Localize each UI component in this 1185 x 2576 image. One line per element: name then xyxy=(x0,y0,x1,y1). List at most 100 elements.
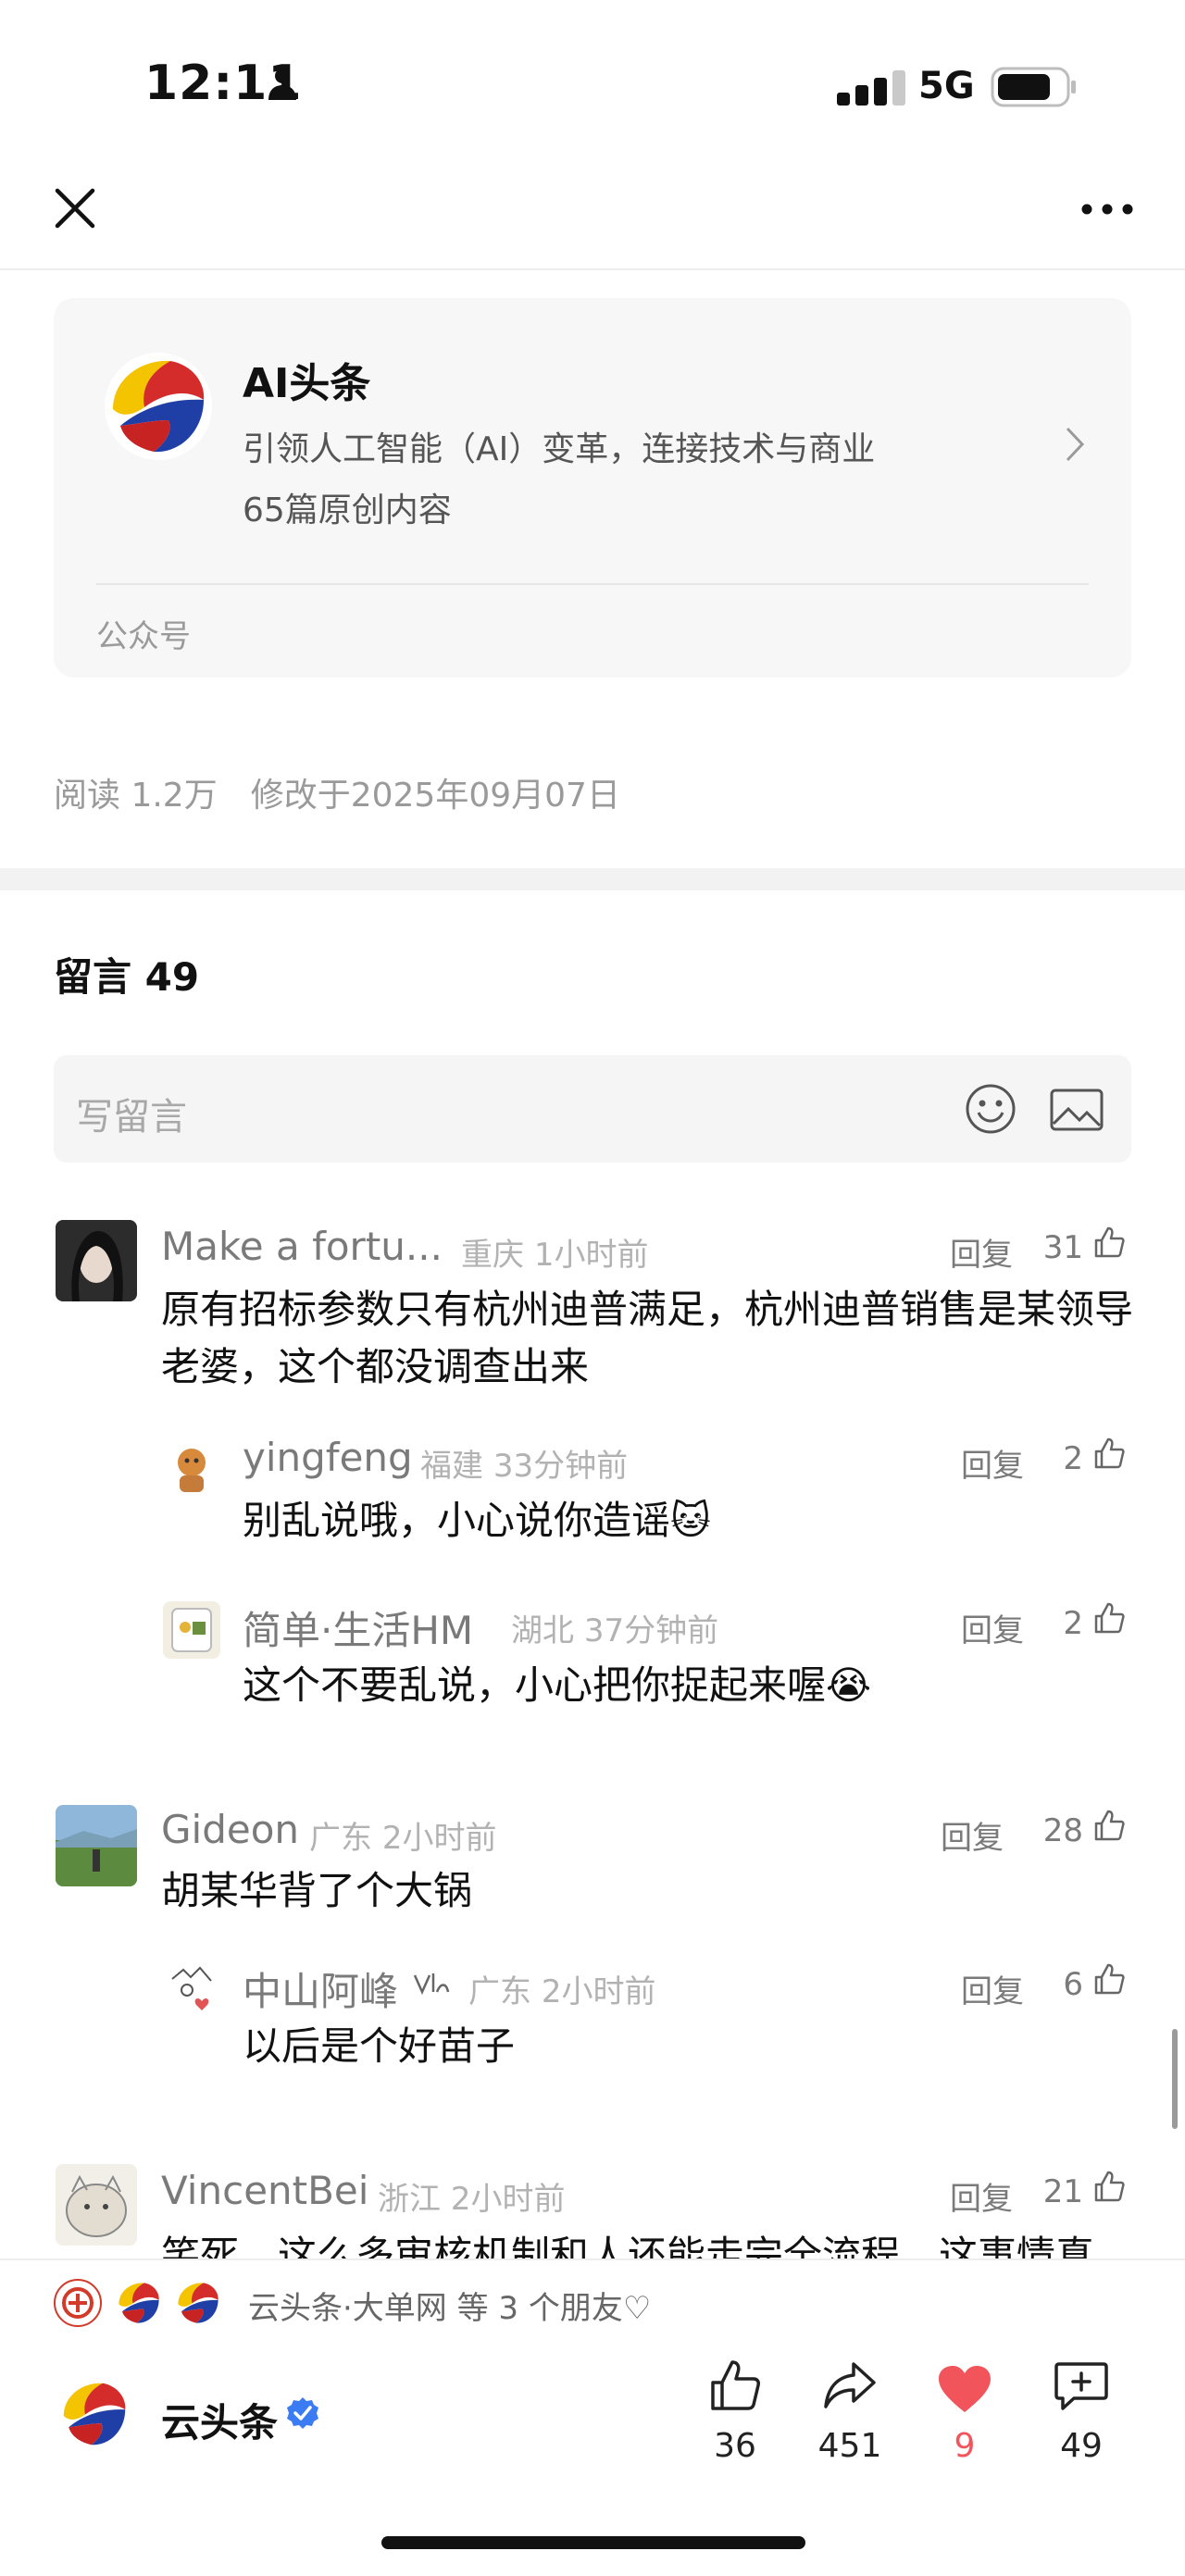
comment-time: 33分钟前 xyxy=(493,1448,629,1485)
comment-author[interactable]: Gideon xyxy=(161,1807,299,1852)
scrollbar[interactable] xyxy=(1172,2029,1178,2129)
author-avatar[interactable] xyxy=(57,2377,131,2451)
comment-time: 2小时前 xyxy=(381,1820,497,1857)
share-count: 451 xyxy=(817,2427,882,2465)
comment-icon[interactable] xyxy=(1054,2360,1109,2414)
comment-meta: 湖北 37分钟前 xyxy=(511,1605,718,1650)
comment-author[interactable]: 中山阿峰 xyxy=(243,1960,398,2017)
reply-button[interactable]: 回复 xyxy=(950,2173,1013,2219)
comment-location: 广东 xyxy=(468,1973,531,2010)
card-divider xyxy=(96,583,1089,585)
friends-liked-text[interactable]: 云头条·大单网 等 3 个朋友♡ xyxy=(248,2283,651,2328)
avatar-photo xyxy=(56,2164,137,2246)
comment-location: 浙江 xyxy=(378,2181,441,2218)
comment-location: 福建 xyxy=(420,1448,483,1485)
account-logo xyxy=(105,353,212,460)
read-count: 阅读 1.2万 xyxy=(54,777,218,815)
friend-avatar[interactable] xyxy=(54,2279,102,2327)
comment-author[interactable]: Make a fortu... xyxy=(161,1224,443,1269)
comment-meta: 浙江 2小时前 xyxy=(378,2173,565,2219)
thumbs-up-icon[interactable] xyxy=(1092,1226,1126,1259)
avatar-photo xyxy=(163,1601,220,1659)
verified-badge-icon xyxy=(287,2397,318,2429)
account-card[interactable] xyxy=(54,298,1131,678)
signal-icon xyxy=(837,70,905,106)
avatar[interactable] xyxy=(56,1220,137,1301)
favorite-count: 9 xyxy=(954,2427,976,2465)
comment-meta: 广东 2小时前 xyxy=(468,1966,655,2011)
thumbs-up-icon[interactable] xyxy=(1092,1601,1126,1635)
vip-badge-icon xyxy=(413,1973,450,1996)
comment-text: 别乱说哦，小心说你造谣🐱 xyxy=(243,1498,711,1543)
modified-date: 修改于2025年09月07日 xyxy=(250,777,620,815)
reply-button[interactable]: 回复 xyxy=(961,1605,1024,1650)
battery-icon xyxy=(991,67,1076,107)
comment-author[interactable]: yingfeng xyxy=(243,1435,413,1480)
image-icon[interactable] xyxy=(1050,1089,1104,1131)
avatar-photo xyxy=(56,1805,137,1886)
like-count: 2 xyxy=(1063,1440,1083,1477)
like-count: 6 xyxy=(1063,1966,1083,2003)
like-count: 21 xyxy=(1042,2173,1083,2210)
heart-icon[interactable] xyxy=(937,2362,992,2416)
person-icon xyxy=(268,68,296,100)
section-divider xyxy=(0,868,1185,890)
nav-divider xyxy=(0,268,1185,270)
avatar-photo xyxy=(163,1960,220,2018)
friend-avatar[interactable] xyxy=(174,2279,222,2327)
account-description: 引领人工智能（AI）变革，连接技术与商业 xyxy=(243,430,876,468)
thumbs-up-icon[interactable] xyxy=(1092,1437,1126,1470)
comment-text: 胡某华背了个大锅 xyxy=(161,1868,473,1913)
account-name: AI头条 xyxy=(243,360,371,407)
comment-location: 重庆 xyxy=(461,1237,524,1274)
like-count: 36 xyxy=(714,2427,756,2465)
like-count: 2 xyxy=(1063,1605,1083,1642)
close-icon[interactable] xyxy=(52,185,98,231)
comment-text: 以后是个好苗子 xyxy=(243,2023,516,2069)
avatar-photo xyxy=(56,1220,137,1301)
comment-location: 湖北 xyxy=(511,1612,574,1649)
friend-avatar[interactable] xyxy=(115,2279,163,2327)
share-icon[interactable] xyxy=(822,2358,878,2412)
avatar[interactable] xyxy=(56,1805,137,1886)
emoji-icon[interactable] xyxy=(965,1083,1017,1135)
thumbs-up-icon[interactable] xyxy=(1092,2170,1126,2203)
comments-title: 留言 49 xyxy=(54,954,200,1000)
avatar[interactable] xyxy=(163,1438,220,1496)
like-icon[interactable] xyxy=(707,2358,763,2412)
comment-meta: 广东 2小时前 xyxy=(309,1812,496,1858)
comment-author[interactable]: 简单·生活HM xyxy=(243,1599,473,1656)
comment-time: 2小时前 xyxy=(541,1973,656,2010)
like-count: 28 xyxy=(1042,1812,1083,1849)
chevron-right-icon xyxy=(1066,427,1085,462)
reply-button[interactable]: 回复 xyxy=(961,1440,1024,1486)
avatar[interactable] xyxy=(163,1960,220,2018)
thumbs-up-icon[interactable] xyxy=(1092,1962,1126,1996)
reply-button[interactable]: 回复 xyxy=(941,1812,1004,1858)
comment-time: 1小时前 xyxy=(533,1237,649,1274)
article-meta: 阅读 1.2万 修改于2025年09月07日 xyxy=(54,768,654,816)
comment-placeholder: 写留言 xyxy=(76,1096,187,1139)
account-original-count: 65篇原创内容 xyxy=(243,492,452,529)
like-count: 31 xyxy=(1042,1229,1083,1266)
avatar[interactable] xyxy=(56,2164,137,2246)
avatar-photo xyxy=(163,1438,220,1496)
thumbs-up-icon[interactable] xyxy=(1092,1809,1126,1842)
comment-text: 原有招标参数只有杭州迪普满足，杭州迪普销售是某领导老婆，这个都没调查出来 xyxy=(161,1287,1134,1389)
comment-meta: 福建 33分钟前 xyxy=(420,1440,628,1486)
comment-time: 37分钟前 xyxy=(583,1612,719,1649)
account-type: 公众号 xyxy=(96,618,191,655)
avatar[interactable] xyxy=(163,1601,220,1659)
network-label: 5G xyxy=(918,65,975,107)
reply-button[interactable]: 回复 xyxy=(961,1966,1024,2011)
comment-author[interactable]: VincentBei xyxy=(161,2168,368,2213)
home-indicator[interactable] xyxy=(381,2536,805,2549)
comment-meta: 重庆 1小时前 xyxy=(461,1229,648,1275)
comment-count: 49 xyxy=(1060,2427,1103,2465)
comment-time: 2小时前 xyxy=(450,2181,566,2218)
comment-location: 广东 xyxy=(309,1820,372,1857)
author-name[interactable]: 云头条 xyxy=(161,2392,278,2448)
comment-text: 这个不要乱说，小心把你捉起来喔😭 xyxy=(243,1662,872,1708)
reply-button[interactable]: 回复 xyxy=(950,1229,1013,1275)
more-icon[interactable] xyxy=(1079,200,1135,218)
